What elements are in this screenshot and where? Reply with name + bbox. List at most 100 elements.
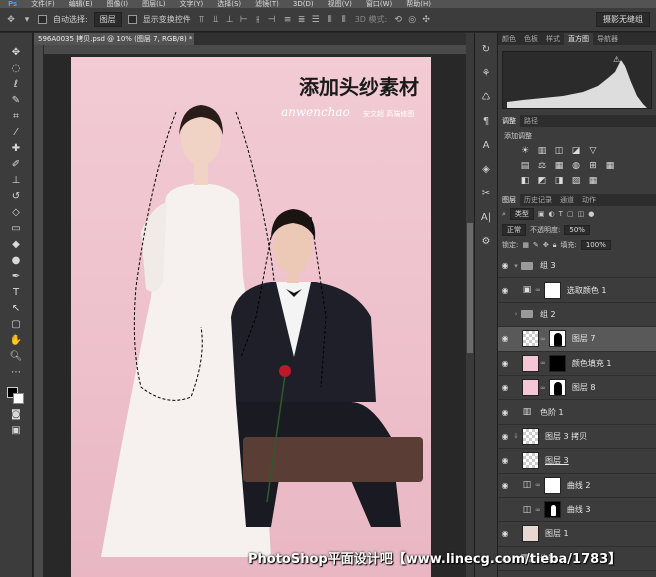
move-tool-icon[interactable]: ✥ [5,45,27,61]
layer-row[interactable]: ◉ › 组 2 [498,303,656,328]
pen-tool-icon[interactable]: ✒ [5,269,27,285]
clone-stamp-tool-icon[interactable]: ⊥ [5,173,27,189]
eye-icon[interactable]: ◉ [498,359,512,368]
menu-3d[interactable]: 3D(D) [293,0,314,8]
background-color[interactable] [13,393,24,404]
eye-icon[interactable]: ◉ [498,261,512,270]
layer-thumbnail[interactable] [522,330,539,348]
eye-icon[interactable]: ◉ [498,408,512,417]
more-tools-icon[interactable]: ⋯ [5,365,27,381]
align-hcenter-icon[interactable]: ⫲ [253,15,263,25]
quick-select-tool-icon[interactable]: ✎ [5,93,27,109]
align-right-icon[interactable]: ⊣ [267,15,277,25]
filter-type-icon[interactable]: T [559,210,563,218]
link-icon[interactable]: ∞ [540,335,546,343]
type-tool-icon[interactable]: T [5,285,27,301]
path-select-tool-icon[interactable]: ↖ [5,301,27,317]
brush-preset-icon[interactable]: ⚘ [478,67,494,81]
3d-roll-icon[interactable]: ◎ [407,15,417,25]
filter-smart-icon[interactable]: ◫ [578,210,585,218]
tab-actions[interactable]: 动作 [578,194,600,206]
link-icon[interactable]: ∞ [540,359,546,367]
tab-history[interactable]: 历史记录 [520,194,556,206]
workspace-dropdown[interactable]: 摄影无缝组 [596,12,650,27]
menu-view[interactable]: 视图(V) [328,0,352,8]
lock-position-icon[interactable]: ✥ [543,241,549,249]
eye-icon[interactable]: ◉ [498,286,512,295]
filter-adjust-icon[interactable]: ◐ [549,210,555,218]
layer-row[interactable]: ◉ 图层 3 [498,449,656,474]
tab-styles[interactable]: 样式 [542,33,564,45]
scrollbar-thumb[interactable] [467,223,473,353]
show-transform-checkbox[interactable] [127,15,137,24]
gradient-tool-icon[interactable]: ▭ [5,221,27,237]
layer-thumbnail[interactable] [522,354,539,372]
3d-icon[interactable]: ◈ [478,163,494,177]
layer-row[interactable]: ◉ ◫ ∞ 曲线 3 [498,498,656,523]
eye-icon[interactable]: ◉ [498,481,512,490]
menu-type[interactable]: 文字(Y) [179,0,203,8]
distribute-right-icon[interactable]: ⫴ [339,15,349,25]
tab-color[interactable]: 颜色 [498,33,520,45]
history-brush-tool-icon[interactable]: ↺ [5,189,27,205]
layer-mask-thumbnail[interactable] [543,501,561,519]
menu-layer[interactable]: 图层(L) [142,0,165,8]
layer-row[interactable]: ◉ ∞ 颜色填充 1 [498,352,656,376]
healing-brush-tool-icon[interactable]: ✚ [5,141,27,157]
eye-icon[interactable]: ◉ [498,529,512,538]
align-left-icon[interactable]: ⊢ [239,15,249,25]
layer-row[interactable]: ◉ 图层 1 [498,522,656,547]
distribute-left-icon[interactable]: ⦀ [325,15,335,25]
blend-mode-dropdown[interactable]: 正常 [502,224,526,236]
eye-icon[interactable]: ◉ [498,456,512,465]
layer-mask-thumbnail[interactable] [548,354,566,372]
layer-thumbnail[interactable] [522,427,539,445]
lock-transparent-icon[interactable]: ▦ [522,241,529,249]
exposure-icon[interactable]: ◪ [571,146,581,156]
posterize-icon[interactable]: ◩ [537,176,547,186]
menu-help[interactable]: 帮助(H) [406,0,431,8]
vibrance-icon[interactable]: ▽ [588,146,598,156]
menu-filter[interactable]: 滤镜(T) [255,0,279,8]
screen-mode-icon[interactable]: ▣ [5,423,27,439]
curves-icon[interactable]: ◫ [554,146,564,156]
menu-select[interactable]: 选择(S) [217,0,241,8]
menu-image[interactable]: 图像(I) [107,0,129,8]
3d-pan-icon[interactable]: ✣ [421,15,431,25]
hue-saturation-icon[interactable]: ▤ [520,161,530,171]
align-top-icon[interactable]: ⫪ [197,15,207,25]
history-icon[interactable]: ↻ [478,43,494,57]
align-vcenter-icon[interactable]: ⫫ [211,15,221,25]
vertical-ruler[interactable] [34,45,44,577]
link-icon[interactable]: ∞ [535,286,541,294]
link-icon[interactable]: ∞ [540,384,546,392]
layer-row[interactable]: ◉ ◫ ∞ 曲线 2 [498,474,656,498]
lock-pixels-icon[interactable]: ✎ [533,241,539,249]
auto-select-dropdown[interactable]: 图层 [93,12,122,27]
layer-row-selected[interactable]: ◉ ∞ 图层 7 [498,327,656,352]
channel-mixer-icon[interactable]: ⊞ [588,161,598,171]
link-icon[interactable]: ∞ [535,481,541,489]
document-tab[interactable]: 596A0035 拷贝.psd @ 10% (图层 7, RGB/8) * × [34,33,194,45]
tab-layers[interactable]: 图层 [498,194,520,206]
canvas-area[interactable]: 添加头纱素材 anwenchao 安文超 高端修图 [44,55,466,577]
black-white-icon[interactable]: ▦ [554,161,564,171]
color-swatches[interactable] [5,385,27,407]
link-icon[interactable]: ∞ [535,506,541,514]
levels-icon[interactable]: ▥ [537,146,547,156]
fill-input[interactable]: 100% [580,240,611,250]
dodge-tool-icon[interactable]: ● [5,253,27,269]
lasso-tool-icon[interactable]: ℓ [5,77,27,93]
zoom-tool-icon[interactable]: 🔍︎ [5,349,27,365]
tool-presets-icon[interactable]: ✂ [478,187,494,201]
chevron-down-icon[interactable]: ▾ [512,262,520,270]
layer-row[interactable]: ◉ ↓ 图层 3 拷贝 [498,425,656,450]
document-canvas[interactable]: 添加头纱素材 anwenchao 安文超 高端修图 [71,57,431,577]
brightness-icon[interactable]: ☀ [520,146,530,156]
layer-mask-thumbnail[interactable] [548,379,566,397]
layer-thumbnail[interactable] [522,452,539,470]
layer-row[interactable]: ◉ ▾ 组 3 [498,254,656,279]
eye-icon[interactable]: ◉ [498,432,512,441]
photo-filter-icon[interactable]: ◍ [571,161,581,171]
type-panel-icon[interactable]: A| [478,211,494,225]
